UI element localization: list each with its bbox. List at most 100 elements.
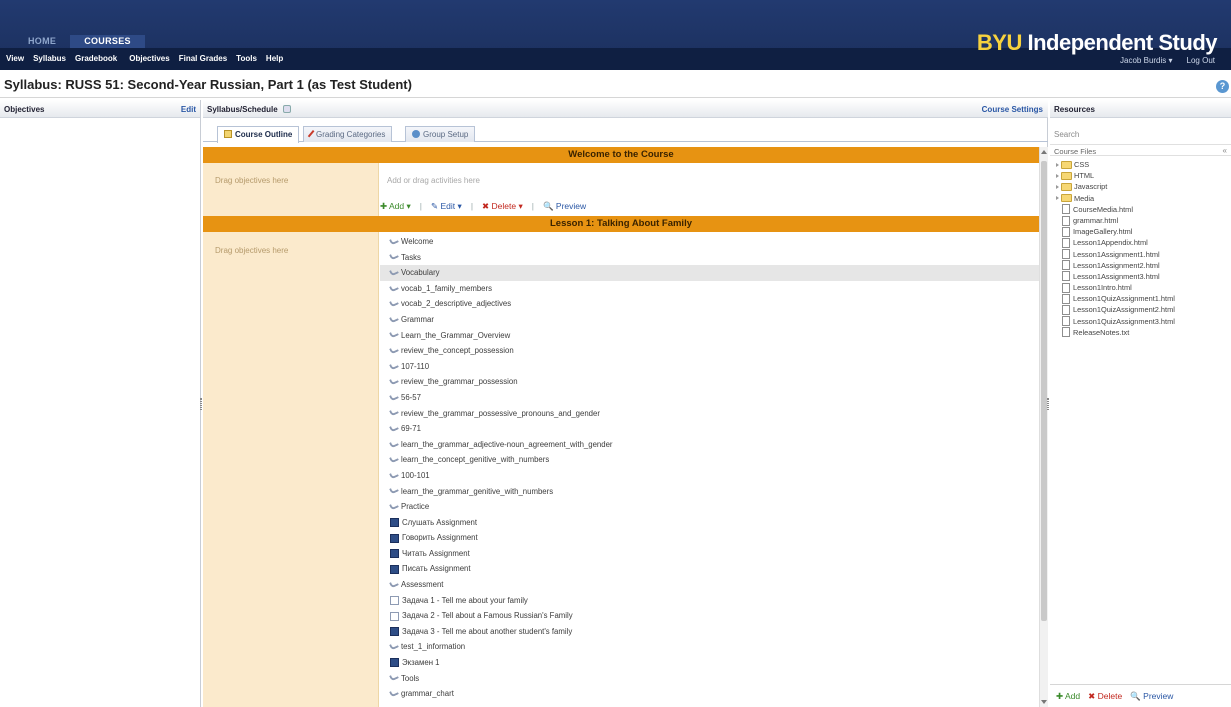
activity-item[interactable]: Practice <box>380 499 1039 515</box>
expand-arrow-icon[interactable] <box>1056 162 1059 167</box>
separator: | <box>470 201 474 211</box>
add-resource-button[interactable]: ✚ Add <box>1056 691 1080 707</box>
help-icon[interactable]: ? <box>1216 80 1229 93</box>
activity-item[interactable]: Tasks <box>380 250 1039 266</box>
expand-arrow-icon[interactable] <box>1056 173 1059 178</box>
right-resize-handle[interactable] <box>1047 398 1049 410</box>
activity-item[interactable]: Экзамен 1 <box>380 655 1039 671</box>
activity-item[interactable]: learn_the_concept_genitive_with_numbers <box>380 452 1039 468</box>
file-item[interactable]: Lesson1QuizAssignment2.html <box>1056 304 1230 316</box>
file-item[interactable]: CourseMedia.html <box>1056 204 1230 215</box>
folder-item[interactable]: Media <box>1056 193 1230 204</box>
file-item[interactable]: Lesson1QuizAssignment3.html <box>1056 316 1230 327</box>
activity-item[interactable]: grammar_chart <box>380 686 1039 702</box>
file-item[interactable]: Lesson1QuizAssignment1.html <box>1056 293 1230 304</box>
pin-icon[interactable] <box>282 105 291 113</box>
folder-item[interactable]: Javascript <box>1056 181 1230 192</box>
section-header-lesson-1[interactable]: Lesson 1: Talking About Family <box>203 216 1039 232</box>
scroll-up-icon[interactable] <box>1041 150 1047 154</box>
menu-final-grades[interactable]: Final Grades <box>179 54 227 63</box>
file-label: Lesson1QuizAssignment2.html <box>1073 305 1175 315</box>
file-label: CourseMedia.html <box>1073 204 1133 214</box>
menu-tools[interactable]: Tools <box>236 54 257 63</box>
tab-group-setup[interactable]: Group Setup <box>405 126 476 142</box>
delete-section-button[interactable]: ✖ Delete ▾ <box>482 201 523 212</box>
edit-section-button[interactable]: ✎ Edit ▾ <box>431 201 462 212</box>
course-settings-link[interactable]: Course Settings <box>982 105 1043 114</box>
menu-gradebook[interactable]: Gradebook <box>75 54 117 63</box>
activity-item[interactable]: learn_the_grammar_adjective-noun_agreeme… <box>380 437 1039 453</box>
menu-syllabus[interactable]: Syllabus <box>33 54 66 63</box>
activity-item[interactable]: Читать Assignment <box>380 546 1039 562</box>
preview-resource-button[interactable]: 🔍 Preview <box>1130 691 1173 707</box>
left-resize-handle[interactable] <box>200 398 202 410</box>
search-input[interactable]: Search <box>1054 130 1079 139</box>
file-item[interactable]: Lesson1Intro.html <box>1056 282 1230 293</box>
outline-scrollbar[interactable] <box>1039 147 1048 707</box>
top-banner: HOME COURSES View Syllabus Gradebook Obj… <box>0 0 1231 70</box>
file-item[interactable]: ImageGallery.html <box>1056 226 1230 237</box>
activity-item[interactable]: 100-101 <box>380 468 1039 484</box>
scroll-down-icon[interactable] <box>1041 700 1047 704</box>
link-icon <box>389 283 399 292</box>
activity-item[interactable]: 69-71 <box>380 421 1039 437</box>
menu-view[interactable]: View <box>6 54 24 63</box>
file-item[interactable]: grammar.html <box>1056 215 1230 226</box>
tab-home[interactable]: HOME <box>14 35 70 48</box>
logout-link[interactable]: Log Out <box>1187 56 1215 65</box>
tab-grading-categories[interactable]: Grading Categories <box>303 126 393 142</box>
preview-section-button[interactable]: 🔍 Preview <box>543 201 586 212</box>
activity-item[interactable]: review_the_concept_possession <box>380 343 1039 359</box>
activity-item[interactable]: Tools <box>380 671 1039 687</box>
expand-arrow-icon[interactable] <box>1056 184 1059 189</box>
expand-arrow-icon[interactable] <box>1056 196 1059 201</box>
activity-item[interactable]: Задача 3 - Tell me about another student… <box>380 624 1039 640</box>
course-files-header[interactable]: Course Files « <box>1050 144 1231 156</box>
activity-item[interactable]: learn_the_grammar_genitive_with_numbers <box>380 484 1039 500</box>
scrollbar-thumb[interactable] <box>1041 161 1047 621</box>
tab-course-outline[interactable]: Course Outline <box>217 126 300 143</box>
folder-item[interactable]: CSS <box>1056 159 1230 170</box>
file-item[interactable]: Lesson1Assignment2.html <box>1056 260 1230 271</box>
activity-item[interactable]: vocab_2_descriptive_adjectives <box>380 296 1039 312</box>
activity-item[interactable]: Learn_the_Grammar_Overview <box>380 328 1039 344</box>
collapse-icon[interactable]: « <box>1223 146 1227 155</box>
file-item[interactable]: Lesson1Assignment1.html <box>1056 249 1230 260</box>
file-item[interactable]: Lesson1Appendix.html <box>1056 237 1230 248</box>
activity-item[interactable]: Задача 1 - Tell me about your family <box>380 593 1039 609</box>
activity-item[interactable]: Слушать Assignment <box>380 515 1039 531</box>
activity-item[interactable]: vocab_1_family_members <box>380 281 1039 297</box>
activity-label: Practice <box>401 502 430 512</box>
activity-item[interactable]: Vocabulary <box>380 265 1039 281</box>
activity-item[interactable]: Писать Assignment <box>380 561 1039 577</box>
tab-courses[interactable]: COURSES <box>70 35 145 48</box>
user-name-dropdown[interactable]: Jacob Burdis ▾ <box>1120 56 1173 65</box>
activity-item[interactable]: 107-110 <box>380 359 1039 375</box>
activity-item[interactable]: Говорить Assignment <box>380 530 1039 546</box>
activity-item[interactable]: Welcome <box>380 234 1039 250</box>
add-activity-button[interactable]: ✚ Add ▾ <box>380 201 411 212</box>
activity-item[interactable]: Задача 2 - Tell about a Famous Russian's… <box>380 608 1039 624</box>
menu-help[interactable]: Help <box>266 54 283 63</box>
menu-objectives[interactable]: Objectives <box>129 54 169 63</box>
file-item[interactable]: Lesson1Assignment3.html <box>1056 271 1230 282</box>
drag-activities-hint: Add or drag activities here <box>387 176 480 185</box>
assignment-icon <box>390 627 399 637</box>
activities-drop-zone[interactable]: Add or drag activities here ✚ Add ▾ | ✎ … <box>380 163 1039 216</box>
assignment-icon <box>390 564 399 574</box>
activity-item[interactable]: Grammar <box>380 312 1039 328</box>
objectives-drop-zone[interactable]: Drag objectives here <box>203 232 379 707</box>
activity-item[interactable]: review_the_grammar_possession <box>380 374 1039 390</box>
objectives-drop-zone[interactable]: Drag objectives here <box>203 163 379 216</box>
activity-item[interactable]: Assessment <box>380 577 1039 593</box>
activity-item[interactable]: test_1_information <box>380 639 1039 655</box>
activity-item[interactable]: review_the_grammar_possessive_pronouns_a… <box>380 406 1039 422</box>
file-item[interactable]: ReleaseNotes.txt <box>1056 327 1230 338</box>
activity-item[interactable]: 56-57 <box>380 390 1039 406</box>
file-icon <box>1062 305 1070 316</box>
objectives-edit-link[interactable]: Edit <box>181 105 196 114</box>
folder-item[interactable]: HTML <box>1056 170 1230 181</box>
delete-resource-button[interactable]: ✖ Delete <box>1088 691 1122 707</box>
section-header-welcome[interactable]: Welcome to the Course <box>203 147 1039 163</box>
add-label: Add <box>389 201 405 211</box>
